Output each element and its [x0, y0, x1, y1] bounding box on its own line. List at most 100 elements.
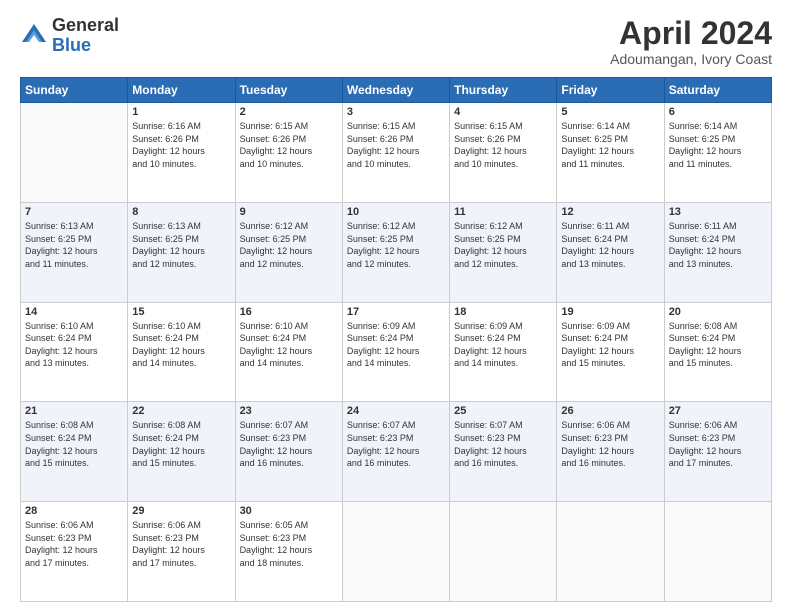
page: General Blue April 2024 Adoumangan, Ivor… [0, 0, 792, 612]
calendar-cell: 21 Sunrise: 6:08 AM Sunset: 6:24 PM Dayli… [21, 402, 128, 502]
day-number: 12 [561, 206, 659, 218]
logo-blue: Blue [52, 35, 91, 55]
calendar-cell: 3 Sunrise: 6:15 AM Sunset: 6:26 PM Daylig… [342, 103, 449, 203]
day-info: Sunrise: 6:05 AM Sunset: 6:23 PM Dayligh… [240, 519, 338, 569]
header-day-saturday: Saturday [664, 78, 771, 103]
day-info: Sunrise: 6:09 AM Sunset: 6:24 PM Dayligh… [347, 320, 445, 370]
header: General Blue April 2024 Adoumangan, Ivor… [20, 16, 772, 67]
logo-general: General [52, 15, 119, 35]
day-number: 3 [347, 106, 445, 118]
title-block: April 2024 Adoumangan, Ivory Coast [610, 16, 772, 67]
calendar-cell [450, 502, 557, 602]
day-info: Sunrise: 6:08 AM Sunset: 6:24 PM Dayligh… [25, 419, 123, 469]
day-info: Sunrise: 6:08 AM Sunset: 6:24 PM Dayligh… [132, 419, 230, 469]
day-number: 1 [132, 106, 230, 118]
day-info: Sunrise: 6:10 AM Sunset: 6:24 PM Dayligh… [25, 320, 123, 370]
calendar-cell: 8Sunrise: 6:13 AM Sunset: 6:25 PM Daylig… [128, 202, 235, 302]
day-number: 13 [669, 206, 767, 218]
header-day-wednesday: Wednesday [342, 78, 449, 103]
calendar-cell: 14 Sunrise: 6:10 AM Sunset: 6:24 PM Dayli… [21, 302, 128, 402]
calendar-cell: 10 Sunrise: 6:12 AM Sunset: 6:25 PM Dayli… [342, 202, 449, 302]
day-info: Sunrise: 6:07 AM Sunset: 6:23 PM Dayligh… [454, 419, 552, 469]
day-info: Sunrise: 6:11 AM Sunset: 6:24 PM Dayligh… [561, 220, 659, 270]
day-number: 19 [561, 306, 659, 318]
calendar-week-row: 1 Sunrise: 6:16 AM Sunset: 6:26 PM Daylig… [21, 103, 772, 203]
day-info: Sunrise: 6:14 AM Sunset: 6:25 PM Dayligh… [561, 120, 659, 170]
day-info: Sunrise: 6:12 AM Sunset: 6:25 PM Dayligh… [347, 220, 445, 270]
calendar-cell [557, 502, 664, 602]
calendar-cell: 22 Sunrise: 6:08 AM Sunset: 6:24 PM Dayli… [128, 402, 235, 502]
calendar-cell: 7 Sunrise: 6:13 AM Sunset: 6:25 PM Daylig… [21, 202, 128, 302]
day-info: Sunrise: 6:15 AM Sunset: 6:26 PM Dayligh… [454, 120, 552, 170]
day-info: Sunrise: 6:16 AM Sunset: 6:26 PM Dayligh… [132, 120, 230, 170]
calendar-cell: 17Sunrise: 6:09 AM Sunset: 6:24 PM Dayli… [342, 302, 449, 402]
calendar-cell: 18Sunrise: 6:09 AM Sunset: 6:24 PM Dayli… [450, 302, 557, 402]
day-info: Sunrise: 6:10 AM Sunset: 6:24 PM Dayligh… [132, 320, 230, 370]
calendar-cell: 4 Sunrise: 6:15 AM Sunset: 6:26 PM Daylig… [450, 103, 557, 203]
day-info: Sunrise: 6:12 AM Sunset: 6:25 PM Dayligh… [454, 220, 552, 270]
calendar-week-row: 28 Sunrise: 6:06 AM Sunset: 6:23 PM Dayli… [21, 502, 772, 602]
day-number: 4 [454, 106, 552, 118]
day-number: 6 [669, 106, 767, 118]
day-number: 16 [240, 306, 338, 318]
page-title: April 2024 [610, 16, 772, 51]
day-info: Sunrise: 6:06 AM Sunset: 6:23 PM Dayligh… [561, 419, 659, 469]
calendar-cell [664, 502, 771, 602]
day-number: 14 [25, 306, 123, 318]
day-info: Sunrise: 6:06 AM Sunset: 6:23 PM Dayligh… [25, 519, 123, 569]
calendar-week-row: 14 Sunrise: 6:10 AM Sunset: 6:24 PM Dayli… [21, 302, 772, 402]
day-number: 25 [454, 405, 552, 417]
day-info: Sunrise: 6:07 AM Sunset: 6:23 PM Dayligh… [240, 419, 338, 469]
header-day-thursday: Thursday [450, 78, 557, 103]
day-number: 15 [132, 306, 230, 318]
calendar-cell [21, 103, 128, 203]
header-day-friday: Friday [557, 78, 664, 103]
calendar-cell: 27Sunrise: 6:06 AM Sunset: 6:23 PM Dayli… [664, 402, 771, 502]
calendar-cell: 26 Sunrise: 6:06 AM Sunset: 6:23 PM Dayli… [557, 402, 664, 502]
day-number: 21 [25, 405, 123, 417]
day-info: Sunrise: 6:13 AM Sunset: 6:25 PM Dayligh… [25, 220, 123, 270]
calendar-cell: 2Sunrise: 6:15 AM Sunset: 6:26 PM Daylig… [235, 103, 342, 203]
day-number: 28 [25, 505, 123, 517]
day-number: 9 [240, 206, 338, 218]
calendar-cell: 15 Sunrise: 6:10 AM Sunset: 6:24 PM Dayli… [128, 302, 235, 402]
day-number: 24 [347, 405, 445, 417]
day-number: 10 [347, 206, 445, 218]
calendar-cell: 11 Sunrise: 6:12 AM Sunset: 6:25 PM Dayli… [450, 202, 557, 302]
logo-icon [20, 22, 48, 50]
day-info: Sunrise: 6:09 AM Sunset: 6:24 PM Dayligh… [561, 320, 659, 370]
calendar-week-row: 7 Sunrise: 6:13 AM Sunset: 6:25 PM Daylig… [21, 202, 772, 302]
day-info: Sunrise: 6:10 AM Sunset: 6:24 PM Dayligh… [240, 320, 338, 370]
day-info: Sunrise: 6:14 AM Sunset: 6:25 PM Dayligh… [669, 120, 767, 170]
day-info: Sunrise: 6:11 AM Sunset: 6:24 PM Dayligh… [669, 220, 767, 270]
day-number: 2 [240, 106, 338, 118]
calendar-cell: 28 Sunrise: 6:06 AM Sunset: 6:23 PM Dayli… [21, 502, 128, 602]
day-info: Sunrise: 6:13 AM Sunset: 6:25 PM Dayligh… [132, 220, 230, 270]
day-number: 18 [454, 306, 552, 318]
calendar-cell: 30 Sunrise: 6:05 AM Sunset: 6:23 PM Dayli… [235, 502, 342, 602]
day-number: 26 [561, 405, 659, 417]
calendar-cell: 13 Sunrise: 6:11 AM Sunset: 6:24 PM Dayli… [664, 202, 771, 302]
day-number: 5 [561, 106, 659, 118]
calendar-cell: 1 Sunrise: 6:16 AM Sunset: 6:26 PM Daylig… [128, 103, 235, 203]
day-number: 30 [240, 505, 338, 517]
day-number: 22 [132, 405, 230, 417]
calendar-week-row: 21 Sunrise: 6:08 AM Sunset: 6:24 PM Dayli… [21, 402, 772, 502]
day-number: 11 [454, 206, 552, 218]
day-info: Sunrise: 6:15 AM Sunset: 6:26 PM Dayligh… [347, 120, 445, 170]
calendar-cell: 24Sunrise: 6:07 AM Sunset: 6:23 PM Dayli… [342, 402, 449, 502]
day-number: 7 [25, 206, 123, 218]
calendar-cell: 25 Sunrise: 6:07 AM Sunset: 6:23 PM Dayli… [450, 402, 557, 502]
calendar-cell [342, 502, 449, 602]
calendar-cell: 9Sunrise: 6:12 AM Sunset: 6:25 PM Daylig… [235, 202, 342, 302]
calendar-cell: 5 Sunrise: 6:14 AM Sunset: 6:25 PM Daylig… [557, 103, 664, 203]
calendar-cell: 19 Sunrise: 6:09 AM Sunset: 6:24 PM Dayli… [557, 302, 664, 402]
header-day-monday: Monday [128, 78, 235, 103]
calendar-cell: 20Sunrise: 6:08 AM Sunset: 6:24 PM Dayli… [664, 302, 771, 402]
day-number: 27 [669, 405, 767, 417]
header-day-sunday: Sunday [21, 78, 128, 103]
day-number: 23 [240, 405, 338, 417]
day-number: 29 [132, 505, 230, 517]
day-info: Sunrise: 6:08 AM Sunset: 6:24 PM Dayligh… [669, 320, 767, 370]
header-day-tuesday: Tuesday [235, 78, 342, 103]
